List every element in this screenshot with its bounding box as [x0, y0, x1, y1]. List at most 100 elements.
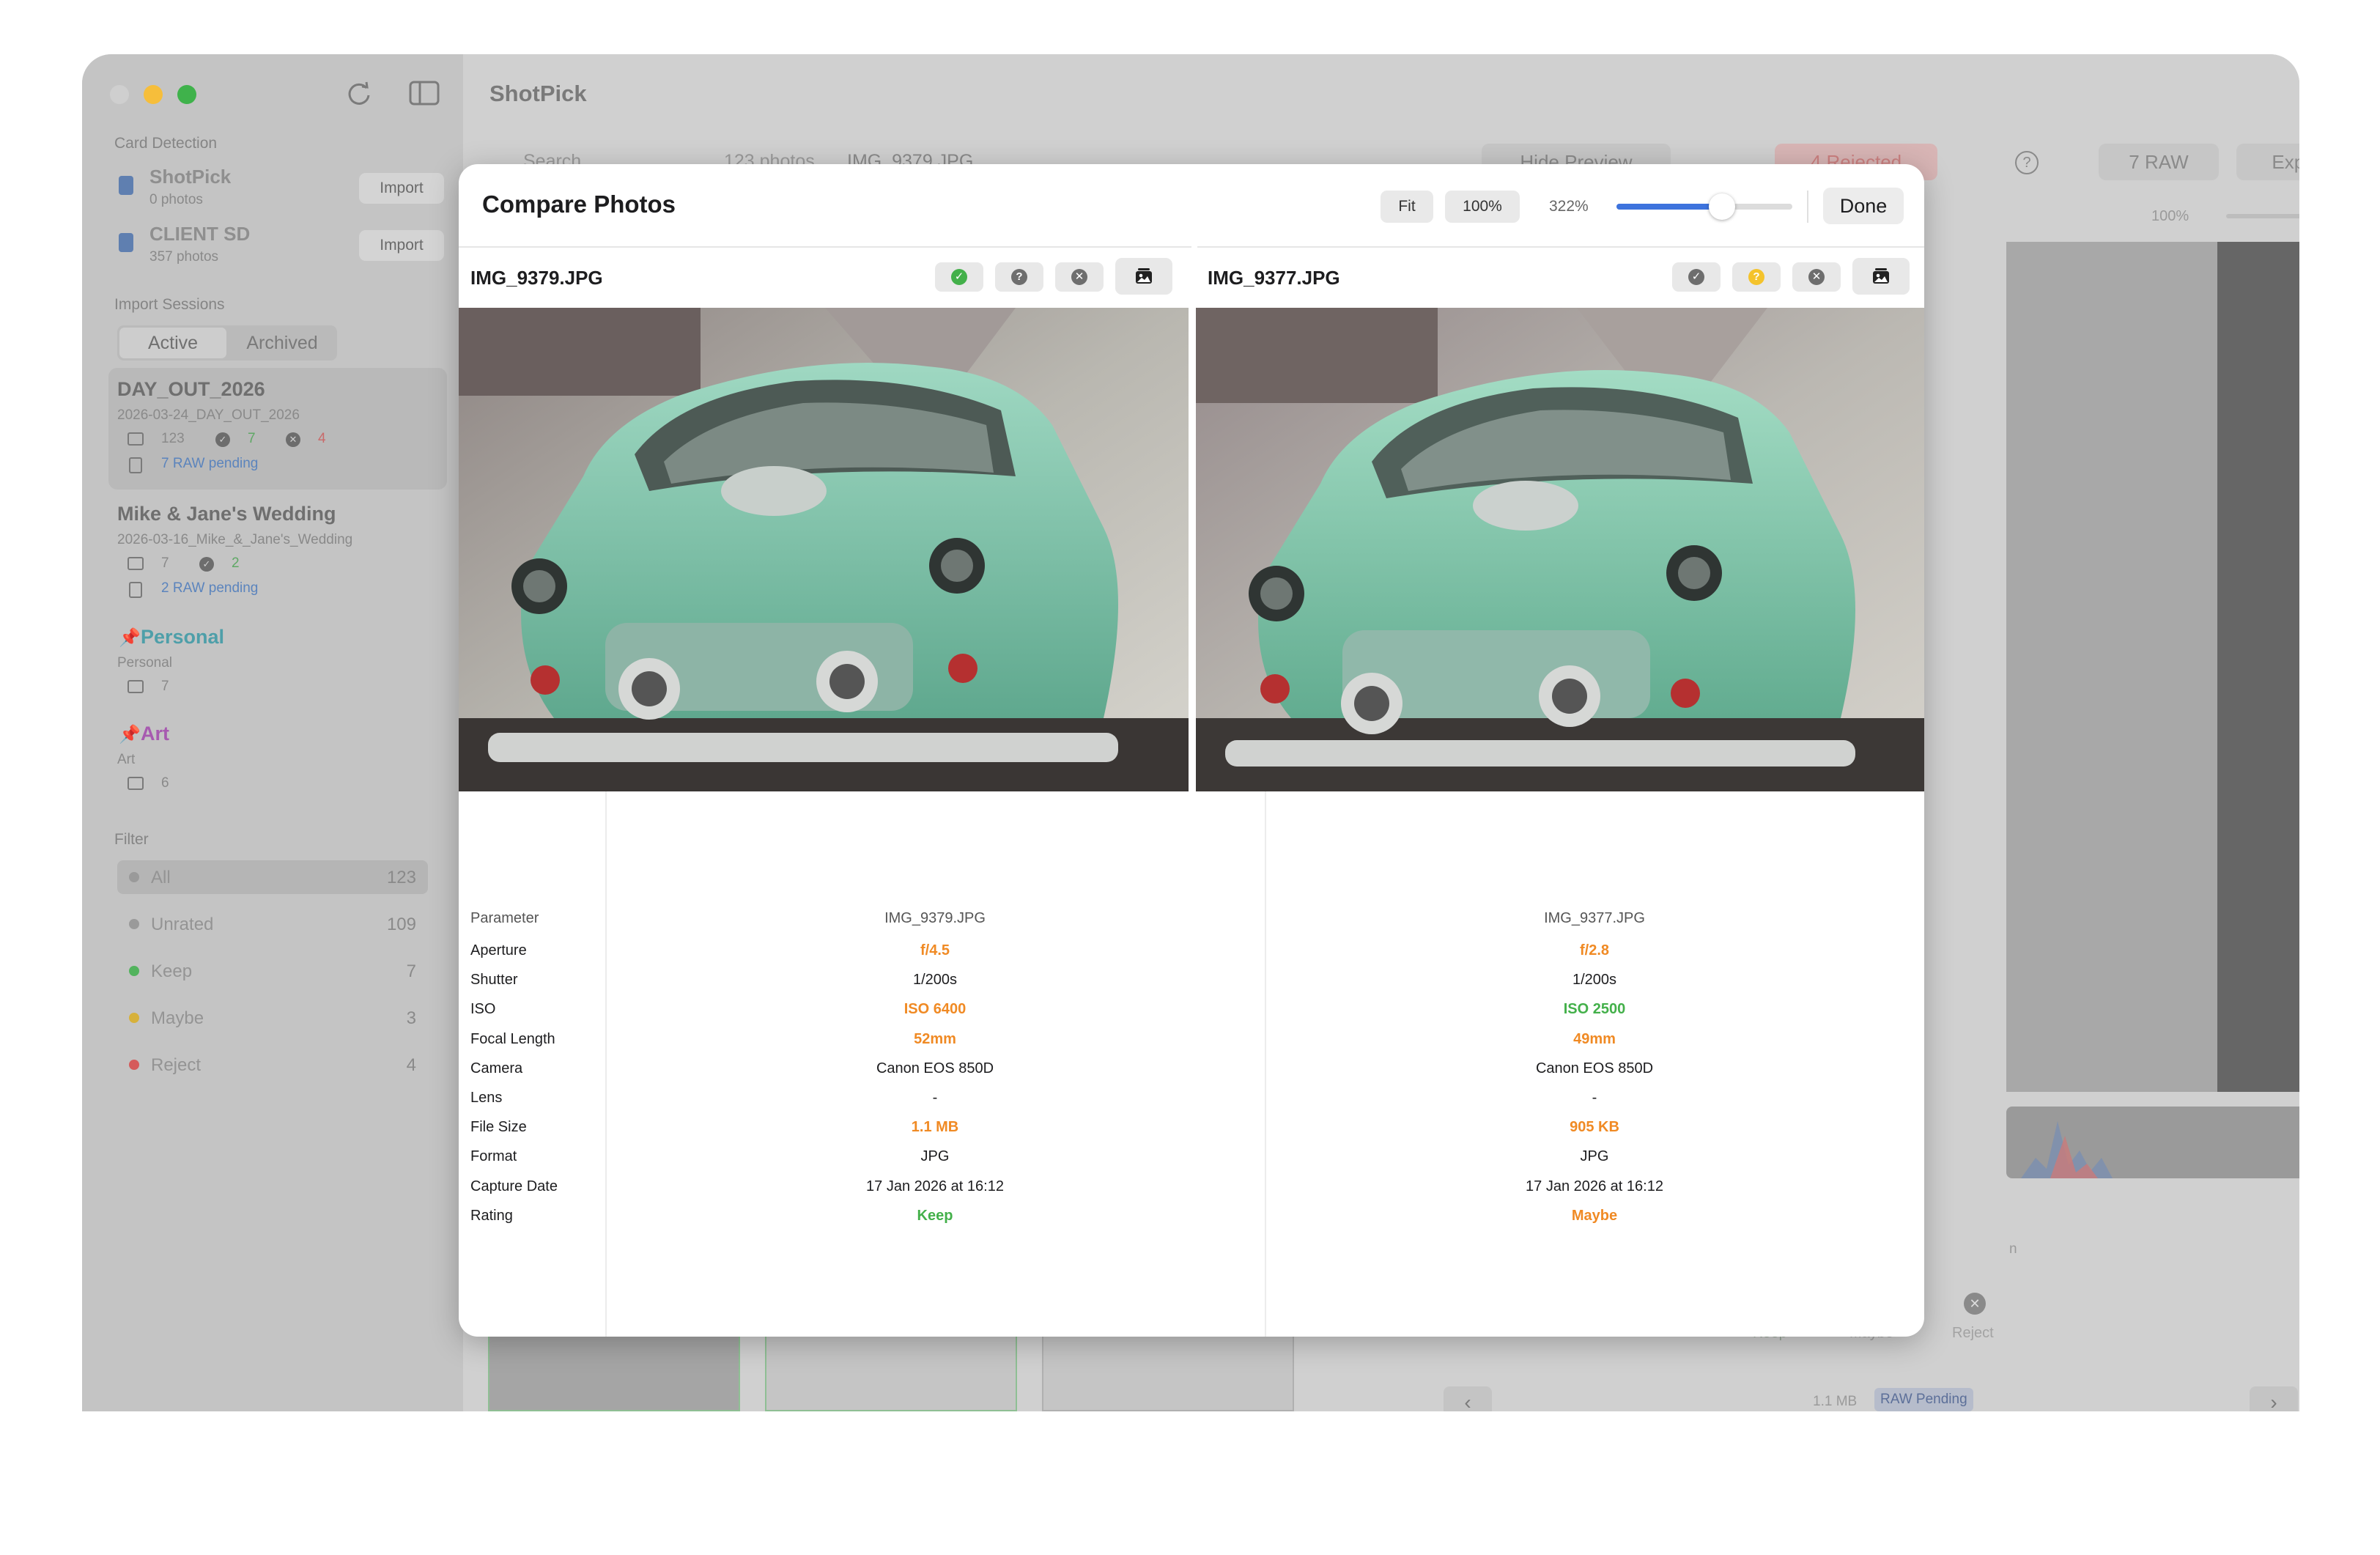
- photo-icon: [128, 557, 144, 570]
- keep-button[interactable]: ✓: [935, 262, 983, 292]
- filter-keep[interactable]: Keep 7: [117, 954, 428, 988]
- session-photo-count: 123: [161, 431, 185, 446]
- import-button[interactable]: Import: [359, 173, 444, 204]
- session-raw-pending: 2 RAW pending: [161, 580, 259, 596]
- left-value: 1.1 MB: [911, 1119, 959, 1136]
- filter-dot: [129, 872, 139, 882]
- card-count: 0 photos: [149, 192, 203, 207]
- chevron-left-icon[interactable]: ‹: [1444, 1386, 1492, 1411]
- raw-pending-badge: RAW Pending: [1874, 1388, 1973, 1411]
- left-column-header: IMG_9379.JPG: [884, 910, 986, 926]
- zoom-slider[interactable]: [1616, 193, 1792, 220]
- tab-archived[interactable]: Archived: [229, 328, 336, 358]
- filter-label: Reject: [151, 1055, 202, 1075]
- zoom-readout: 100%: [2151, 208, 2189, 224]
- session-name[interactable]: Personal: [141, 626, 224, 649]
- sidebar-toggle-icon[interactable]: [409, 81, 440, 106]
- fit-button[interactable]: Fit: [1381, 191, 1433, 223]
- dialog-title: Compare Photos: [482, 191, 676, 218]
- filter-dot: [129, 966, 139, 976]
- right-value: Maybe: [1571, 1207, 1618, 1224]
- left-value: Canon EOS 850D: [876, 1060, 994, 1076]
- right-value: Canon EOS 850D: [1535, 1060, 1654, 1076]
- session-raw-pending: 7 RAW pending: [161, 456, 259, 471]
- question-icon: ?: [1748, 269, 1764, 285]
- filter-label: All: [151, 868, 171, 887]
- param-label: Lens: [470, 1090, 503, 1106]
- session-tabs: Active Archived: [117, 325, 337, 361]
- param-label: Focal Length: [470, 1030, 555, 1047]
- zoom-window-button[interactable]: [177, 85, 196, 104]
- right-value: 49mm: [1573, 1030, 1616, 1047]
- param-label: File Size: [470, 1119, 527, 1136]
- raw-button[interactable]: 7 RAW: [2099, 144, 2219, 180]
- compare-dialog: Compare Photos Fit 100% 322% Done IMG_93…: [459, 164, 1924, 1337]
- filter-label: Maybe: [151, 1008, 204, 1028]
- filter-heading: Filter: [114, 831, 149, 848]
- inspector-truncated-text: n: [2009, 1241, 2017, 1257]
- help-icon[interactable]: ?: [2015, 151, 2039, 174]
- right-value: f/2.8: [1579, 942, 1610, 959]
- refresh-icon[interactable]: [344, 79, 374, 108]
- sd-card-icon: [119, 176, 133, 195]
- view-photo-button[interactable]: [1115, 258, 1172, 295]
- session-folder: 2026-03-16_Mike_&_Jane's_Wedding: [117, 532, 353, 547]
- keep-check-icon: ✓: [215, 432, 230, 447]
- pin-icon: 📌: [119, 628, 141, 648]
- thumbnail[interactable]: [1042, 1329, 1294, 1411]
- right-value: 17 Jan 2026 at 16:12: [1526, 1178, 1663, 1194]
- session-keep-count: 7: [248, 431, 256, 446]
- keep-check-icon: ✓: [199, 557, 214, 572]
- preview-image: [2006, 242, 2217, 1092]
- thumbnail[interactable]: [765, 1329, 1017, 1411]
- done-button[interactable]: Done: [1823, 188, 1904, 224]
- param-header: Parameter: [470, 910, 539, 926]
- filter-dot: [129, 1060, 139, 1070]
- filter-unrated[interactable]: Unrated 109: [117, 907, 428, 941]
- filter-label: Keep: [151, 961, 193, 981]
- filter-all[interactable]: All 123: [117, 860, 428, 894]
- card-detection-heading: Card Detection: [114, 135, 218, 152]
- left-value: -: [932, 1090, 938, 1106]
- minimize-window-button[interactable]: [144, 85, 163, 104]
- session-photo-count: 7: [161, 555, 169, 571]
- photo-icon: [128, 777, 144, 790]
- reject-button[interactable]: ✕: [1055, 262, 1104, 292]
- zoom-slider-knob[interactable]: [1709, 193, 1735, 220]
- left-value: JPG: [920, 1148, 950, 1165]
- session-photo-count: 7: [161, 679, 169, 694]
- zoom-level: 322%: [1549, 198, 1589, 215]
- left-value: ISO 6400: [903, 1001, 967, 1018]
- right-value: -: [1592, 1090, 1597, 1106]
- right-photo[interactable]: [1196, 308, 1924, 791]
- sd-card-icon: [119, 233, 133, 252]
- reject-button[interactable]: ✕: [1792, 262, 1841, 292]
- keep-button[interactable]: ✓: [1672, 262, 1721, 292]
- import-sessions-heading: Import Sessions: [114, 296, 225, 313]
- filter-reject[interactable]: Reject 4: [117, 1048, 428, 1082]
- maybe-button[interactable]: ?: [995, 262, 1043, 292]
- question-icon: ?: [1011, 269, 1027, 285]
- maybe-button[interactable]: ?: [1732, 262, 1781, 292]
- card-name: CLIENT SD: [149, 223, 251, 245]
- tab-active[interactable]: Active: [119, 328, 226, 358]
- zoom-100-button[interactable]: 100%: [1445, 191, 1520, 223]
- session-name[interactable]: Art: [141, 723, 169, 745]
- view-photo-button[interactable]: [1852, 258, 1910, 295]
- left-photo[interactable]: [459, 308, 1189, 791]
- preview-image-dark: [2217, 242, 2299, 1092]
- inspector-file-size: 1.1 MB: [1813, 1394, 1858, 1409]
- check-icon: ✓: [1688, 269, 1704, 285]
- import-button[interactable]: Import: [359, 230, 444, 261]
- close-window-button[interactable]: [110, 85, 129, 104]
- reject-x-icon[interactable]: ✕: [1964, 1293, 1986, 1315]
- thumbnail[interactable]: [488, 1329, 740, 1411]
- session-name[interactable]: Mike & Jane's Wedding: [117, 503, 336, 525]
- zoom-slider[interactable]: [2226, 214, 2299, 218]
- filter-count: 7: [406, 961, 416, 981]
- raw-file-icon: [129, 582, 142, 598]
- close-icon: ✕: [1808, 269, 1825, 285]
- chevron-right-icon[interactable]: ›: [2250, 1386, 2298, 1411]
- export-button[interactable]: Export: [2236, 144, 2299, 180]
- filter-maybe[interactable]: Maybe 3: [117, 1001, 428, 1035]
